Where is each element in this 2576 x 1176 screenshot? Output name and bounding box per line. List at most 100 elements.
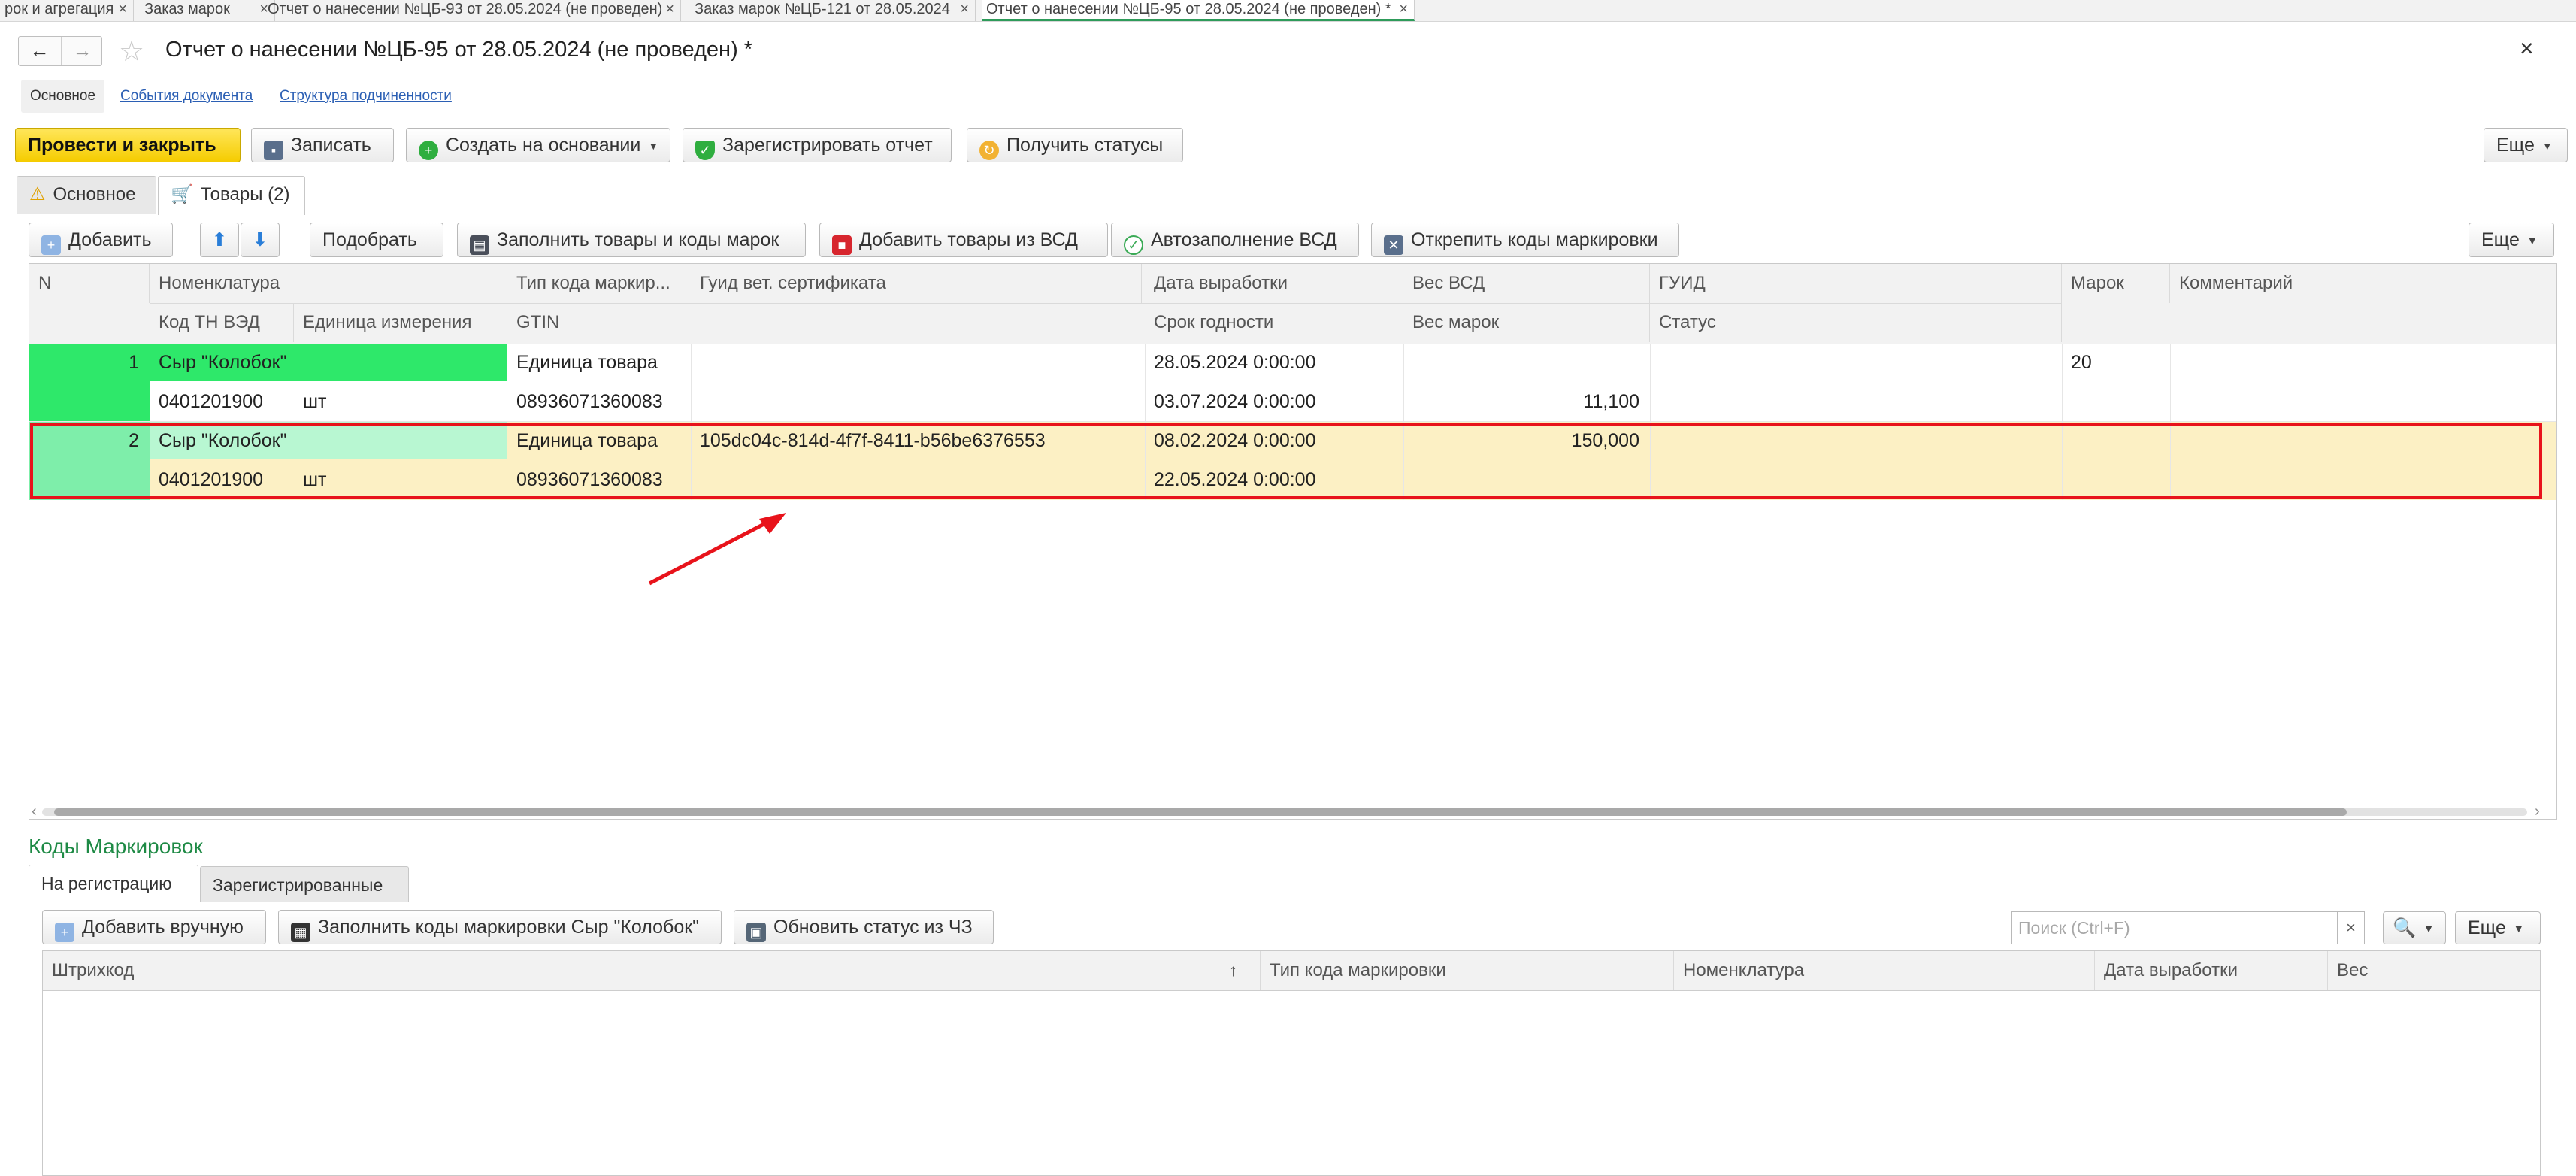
search-button[interactable]: 🔍 ▼ xyxy=(2383,911,2446,944)
close-icon[interactable]: × xyxy=(1399,0,1408,18)
scrollbar-thumb[interactable] xyxy=(54,808,2347,816)
chevron-down-icon: ▼ xyxy=(2526,235,2538,247)
close-icon[interactable]: × xyxy=(2520,35,2534,62)
scroll-left-icon[interactable]: ‹ xyxy=(32,803,37,820)
column-marks-weight[interactable]: Вес марок xyxy=(1403,303,1650,342)
autofill-vsd-button[interactable]: ✓ Автозаполнение ВСД xyxy=(1111,223,1359,257)
column-gtin[interactable]: GTIN xyxy=(507,303,719,342)
column-nomenclature[interactable]: Номенклатура xyxy=(1674,951,2095,990)
chevron-down-icon: ▼ xyxy=(2541,140,2553,152)
column-barcode[interactable]: Штрихкод xyxy=(43,951,1261,990)
add-button[interactable]: + Добавить xyxy=(29,223,173,257)
close-icon[interactable]: × xyxy=(960,0,969,18)
plus-icon: + xyxy=(55,923,74,942)
column-guid[interactable]: ГУИД xyxy=(1650,264,2062,303)
window-tab-3[interactable]: Отчет о нанесении №ЦБ-93 от 28.05.2024 (… xyxy=(263,0,681,21)
column-tn-ved[interactable]: Код ТН ВЭД xyxy=(150,303,294,342)
fill-goods-codes-button[interactable]: ▤ Заполнить товары и коды марок xyxy=(457,223,806,257)
window-tab-2[interactable]: Заказ марок × xyxy=(140,0,275,21)
column-comment[interactable]: Комментарий xyxy=(2170,264,2556,303)
search-input[interactable]: Поиск (Ctrl+F) xyxy=(2011,911,2338,944)
cell-production-date[interactable]: 28.05.2024 0:00:00 xyxy=(1145,344,1403,381)
cell-marks-weight[interactable]: 11,100 xyxy=(1403,383,1650,420)
cell-marks[interactable]: 20 xyxy=(2062,344,2170,381)
sublink-events[interactable]: События документа xyxy=(120,80,253,113)
sublink-structure[interactable]: Структура подчиненности xyxy=(280,80,452,113)
column-marks[interactable]: Марок xyxy=(2062,264,2170,303)
add-from-vsd-button[interactable]: ■ Добавить товары из ВСД xyxy=(819,223,1108,257)
cell-expiry[interactable]: 03.07.2024 0:00:00 xyxy=(1145,383,1403,420)
create-on-basis-button[interactable]: + Создать на основании ▼ xyxy=(406,128,670,162)
cell-nomenclature[interactable]: Сыр "Колобок" xyxy=(150,344,507,381)
scroll-right-icon[interactable]: › xyxy=(2535,803,2540,820)
window-tab-5[interactable]: Отчет о нанесении №ЦБ-95 от 28.05.2024 (… xyxy=(982,0,1415,21)
box-icon: ■ xyxy=(832,235,852,255)
clear-search-icon[interactable]: × xyxy=(2338,911,2365,944)
update-status-button[interactable]: ▣ Обновить статус из ЧЗ xyxy=(734,910,994,944)
back-arrow-icon[interactable]: ← xyxy=(19,37,60,65)
arrow-annotation-icon xyxy=(648,513,786,586)
column-mark-type[interactable]: Тип кода маркировки xyxy=(1261,951,1674,990)
codes-more-button[interactable]: Еще ▼ xyxy=(2455,911,2541,944)
goods-table: N Номенклатура Код ТН ВЭД Единица измере… xyxy=(29,263,2557,820)
forward-arrow-icon[interactable]: → xyxy=(61,37,103,65)
column-vet-guid[interactable]: Гуид вет. сертификата xyxy=(691,264,1142,303)
close-icon[interactable]: × xyxy=(665,0,674,18)
floppy-disk-icon: ▪ xyxy=(264,141,283,160)
fill-codes-button[interactable]: ▦ Заполнить коды маркировки Сыр "Колобок" xyxy=(278,910,722,944)
favorite-star-icon[interactable]: ☆ xyxy=(119,35,144,68)
window-tab-4[interactable]: Заказ марок №ЦБ-121 от 28.05.2024 × xyxy=(690,0,976,21)
goods-more-button[interactable]: Еще ▼ xyxy=(2469,223,2554,257)
shield-icon: ✓ xyxy=(695,141,715,160)
cell-unit[interactable]: шт xyxy=(294,383,507,420)
codes-table-header: Штрихкод ↑ Тип кода маркировки Номенклат… xyxy=(43,951,2540,991)
goods-table-header: N Номенклатура Код ТН ВЭД Единица измере… xyxy=(29,264,2556,344)
cart-icon: 🛒 xyxy=(171,184,193,205)
column-nomenclature[interactable]: Номенклатура xyxy=(150,264,534,303)
close-icon[interactable]: × xyxy=(118,0,127,18)
tab-registered[interactable]: Зарегистрированные xyxy=(200,866,409,902)
move-up-button[interactable]: ⬆ xyxy=(200,223,239,257)
get-statuses-button[interactable]: ↻ Получить статусы xyxy=(967,128,1183,162)
tab-on-registration[interactable]: На регистрацию xyxy=(29,865,198,902)
search-icon: 🔍 xyxy=(2393,917,2417,938)
sort-ascending-icon[interactable]: ↑ xyxy=(1229,951,1237,990)
chevron-down-icon: ▼ xyxy=(648,140,659,152)
sublink-main[interactable]: Основное xyxy=(21,80,105,113)
column-weight[interactable]: Вес xyxy=(2328,951,2541,990)
header-divider xyxy=(150,303,2062,304)
detach-codes-button[interactable]: ✕ Открепить коды маркировки xyxy=(1371,223,1679,257)
column-status[interactable]: Статус xyxy=(1650,303,2062,342)
window-tab-1[interactable]: рок и агрегация × xyxy=(0,0,134,21)
window-tab-strip: рок и агрегация × Заказ марок × Отчет о на… xyxy=(0,0,2576,22)
codes-table: Штрихкод ↑ Тип кода маркировки Номенклат… xyxy=(42,950,2541,1176)
check-circle-icon: ✓ xyxy=(1124,235,1143,255)
column-n[interactable]: N xyxy=(29,264,150,303)
highlight-annotation xyxy=(30,423,2542,499)
cell-gtin[interactable]: 08936071360083 xyxy=(507,383,691,420)
arrow-up-icon: ⬆ xyxy=(211,229,228,250)
column-production-date[interactable]: Дата выработки xyxy=(2095,951,2328,990)
register-report-button[interactable]: ✓ Зарегистрировать отчет xyxy=(683,128,952,162)
page-title: Отчет о нанесении №ЦБ-95 от 28.05.2024 (… xyxy=(165,38,753,62)
chevron-down-icon: ▼ xyxy=(2513,923,2524,935)
cell-tn-ved[interactable]: 0401201900 xyxy=(150,383,294,420)
save-button[interactable]: ▪ Записать xyxy=(251,128,394,162)
table-row[interactable]: 1 Сыр "Колобок" Единица товара 28.05.202… xyxy=(29,344,2556,422)
cell-mark-type[interactable]: Единица товара xyxy=(507,344,691,381)
more-button[interactable]: Еще ▼ xyxy=(2484,128,2568,162)
refresh-icon: ↻ xyxy=(979,141,999,160)
move-down-button[interactable]: ⬇ xyxy=(241,223,280,257)
codes-section-title: Коды Маркировок xyxy=(29,835,203,858)
plus-circle-icon: + xyxy=(419,141,438,160)
column-vsd-weight[interactable]: Вес ВСД xyxy=(1403,264,1650,303)
pick-button[interactable]: Подобрать xyxy=(310,223,443,257)
add-manual-button[interactable]: + Добавить вручную xyxy=(42,910,266,944)
column-production-date[interactable]: Дата выработки xyxy=(1145,264,1403,303)
tab-main[interactable]: ⚠ Основное xyxy=(17,176,156,214)
tab-goods[interactable]: 🛒 Товары (2) xyxy=(158,176,305,215)
post-and-close-button[interactable]: Провести и закрыть xyxy=(15,128,241,162)
column-expiry[interactable]: Срок годности xyxy=(1145,303,1403,342)
column-unit[interactable]: Единица измерения xyxy=(294,303,534,342)
column-mark-type[interactable]: Тип кода маркир... xyxy=(507,264,719,303)
